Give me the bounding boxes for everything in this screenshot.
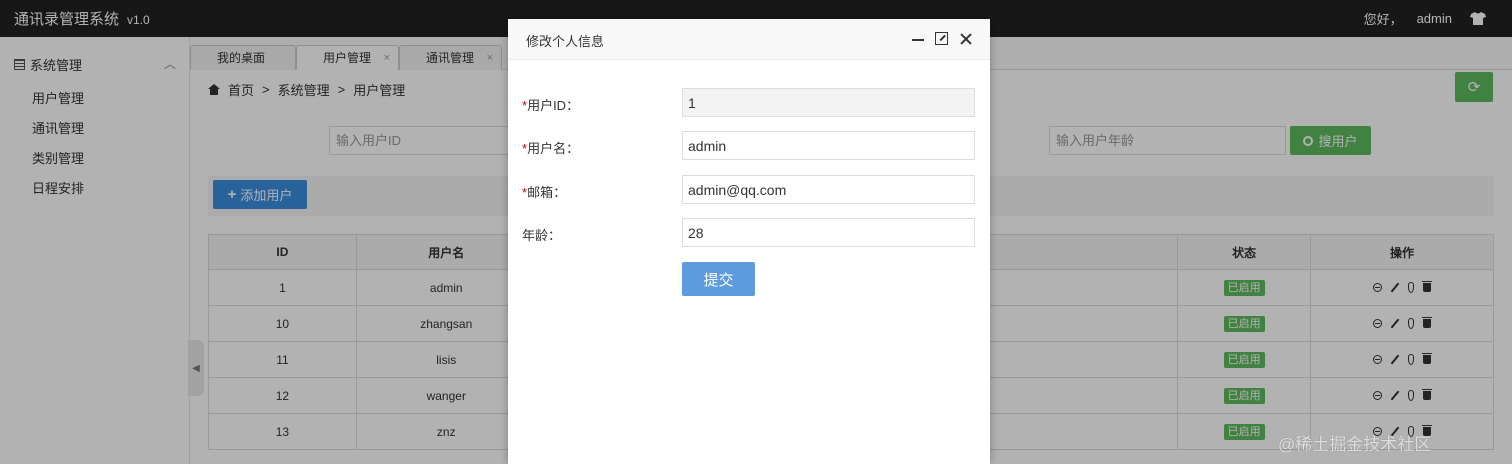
age-field[interactable] [682,218,975,247]
dialog-header: 修改个人信息 [508,19,990,60]
edit-profile-dialog: 修改个人信息 *用户ID： *用户名： *邮箱： 年龄： 提交 [508,19,990,464]
submit-button[interactable]: 提交 [682,262,755,296]
age-label: 年龄： [522,228,562,243]
label-text: 用户名： [527,141,580,156]
form-row-age: 年龄： [508,218,990,248]
label-text: 用户ID： [527,98,580,113]
email-label: *邮箱： [522,182,566,201]
label-text: 邮箱： [527,185,567,200]
email-field[interactable] [682,175,975,204]
maximize-icon[interactable] [935,32,948,45]
user-id-field[interactable] [682,88,975,117]
form-row-email: *邮箱： [508,175,990,205]
user-id-label: *用户ID： [522,95,579,114]
watermark: @稀土掘金技术社区 [1278,435,1432,454]
username-field[interactable] [682,131,975,160]
dialog-title: 修改个人信息 [526,34,605,49]
form-row-user-id: *用户ID： [508,88,990,118]
username-label: *用户名： [522,138,579,157]
close-icon[interactable] [958,31,974,47]
form-row-username: *用户名： [508,131,990,161]
minimize-icon[interactable] [910,31,926,47]
